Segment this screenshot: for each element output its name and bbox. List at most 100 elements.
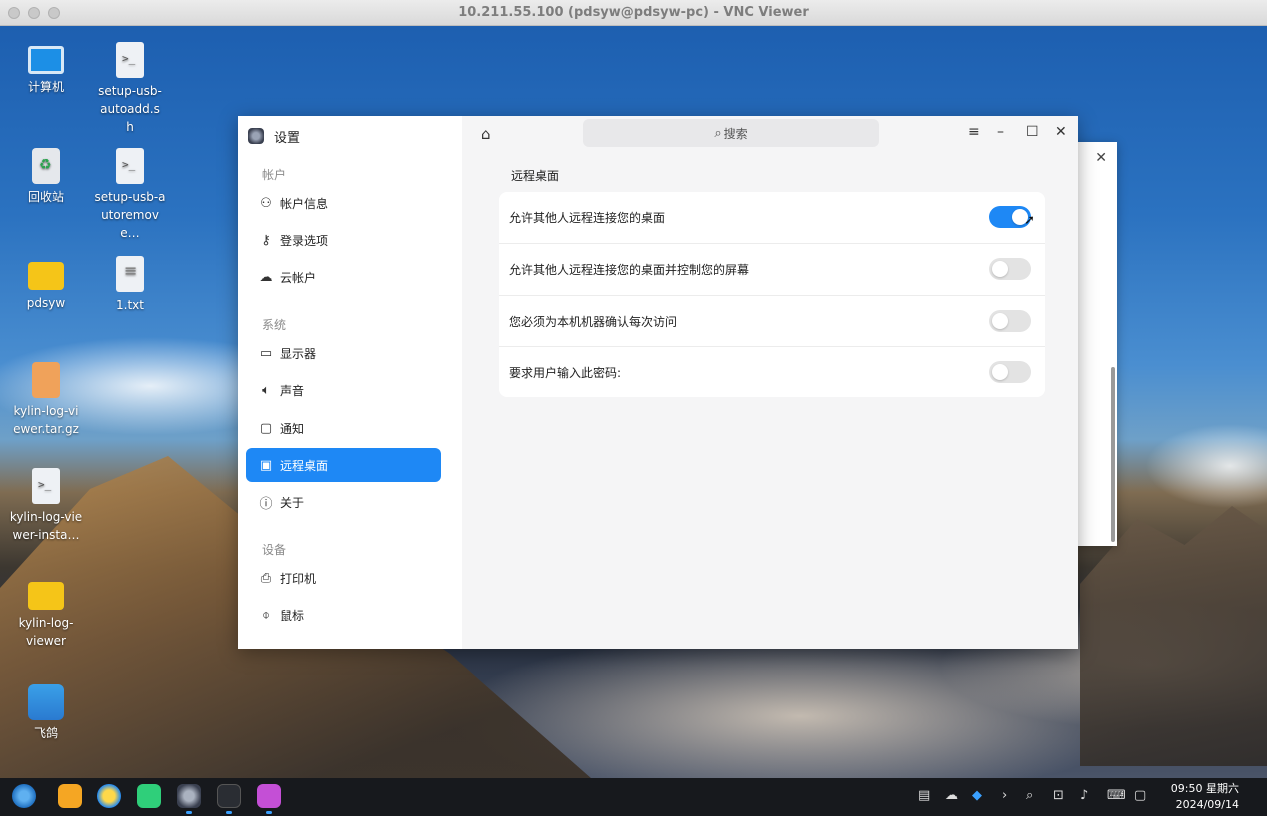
- desktop-icon-1-txt[interactable]: 1.txt: [90, 256, 170, 314]
- sidebar-item-mouse[interactable]: ⌽ 鼠标: [246, 598, 441, 632]
- clipboard-icon[interactable]: ▤: [918, 788, 930, 803]
- toggle-knob: [992, 313, 1008, 329]
- settings-app-icon: [248, 128, 264, 144]
- sidebar-item-notify[interactable]: ▢ 通知: [246, 411, 441, 445]
- running-indicator: [186, 811, 192, 814]
- message-icon: ▢: [259, 420, 273, 436]
- option-row-allow-control: 允许其他人远程连接您的桌面并控制您的屏幕: [499, 243, 1045, 294]
- sidebar-item-remote-desktop[interactable]: ▣ 远程桌面: [246, 448, 441, 482]
- trash-icon: [32, 148, 60, 184]
- text-editor-icon[interactable]: [257, 784, 281, 808]
- desktop-icon-label: pdsyw: [26, 296, 66, 310]
- text-file-icon: [116, 256, 144, 292]
- sidebar-item-label: 声音: [280, 383, 305, 398]
- app-store-icon[interactable]: [58, 784, 82, 808]
- sidebar-item-cloud-account[interactable]: ☁ 云帐户: [246, 260, 441, 294]
- search-placeholder: 搜索: [723, 126, 748, 141]
- mouse-pointer-icon: ➚: [1024, 213, 1035, 228]
- volume-icon[interactable]: ♪: [1080, 788, 1088, 803]
- option-row-allow-remote: 允许其他人远程连接您的桌面 ➚: [499, 192, 1045, 243]
- search-icon: ⌕: [714, 125, 722, 141]
- remote-desktop-options-card: 允许其他人远程连接您的桌面 ➚ 允许其他人远程连接您的桌面并控制您的屏幕 您必须…: [499, 192, 1045, 397]
- toggle-knob: [992, 364, 1008, 380]
- start-menu-icon[interactable]: [12, 784, 36, 808]
- clock-date: 2024/09/14: [1175, 798, 1239, 811]
- desktop-icon-feige[interactable]: 飞鸽: [6, 684, 86, 742]
- app-title: 设置: [274, 130, 301, 146]
- messenger-icon[interactable]: [137, 784, 161, 808]
- sidebar-item-about[interactable]: ⓘ 关于: [246, 485, 441, 519]
- sidebar-item-display[interactable]: ▭ 显示器: [246, 336, 441, 370]
- sidebar-item-label: 打印机: [280, 571, 317, 586]
- desktop-icon-trash[interactable]: 回收站: [6, 148, 86, 206]
- desktop-icon-computer[interactable]: 计算机: [6, 42, 86, 96]
- desktop-icon-label: 计算机: [27, 80, 64, 94]
- key-icon: ⚷: [261, 232, 271, 248]
- settings-app-taskbar-icon[interactable]: [177, 784, 201, 808]
- settings-window: 设置 帐户 ⚇ 帐户信息 ⚷ 登录选项 ☁ 云帐户 系统 ▭ 显示器 🔈︎ 声音…: [238, 116, 1078, 649]
- security-icon[interactable]: ◆: [972, 788, 982, 803]
- network-icon[interactable]: ⊡: [1053, 788, 1064, 803]
- option-label: 要求用户输入此密码:: [509, 366, 622, 380]
- desktop-icon-setup-usb-autoadd[interactable]: setup-usb-autoadd.sh: [90, 42, 170, 136]
- desktop-icon-label: 回收站: [27, 190, 64, 204]
- desktop-icon-pdsyw[interactable]: pdsyw: [6, 256, 86, 312]
- desktop-icon-label: setup-usb-autoadd.sh: [98, 84, 162, 134]
- cloud-icon[interactable]: ☁: [945, 788, 958, 803]
- desktop-icon-label: 1.txt: [116, 298, 144, 312]
- desktop-icon-label: 飞鸽: [33, 726, 58, 740]
- group-label-device: 设备: [262, 543, 287, 557]
- computer-icon: [28, 46, 64, 74]
- browser-icon[interactable]: [97, 784, 121, 808]
- group-label-account: 帐户: [262, 168, 287, 182]
- search-input[interactable]: ⌕ 搜索: [583, 119, 879, 147]
- option-row-confirm-access: 您必须为本机机器确认每次访问: [499, 295, 1045, 346]
- desktop-icon-kylin-log-viewer-tar[interactable]: kylin-log-viewer.tar.gz: [6, 362, 86, 438]
- clock[interactable]: 09:50 星期六 2024/09/14: [1171, 781, 1239, 813]
- clock-time: 09:50 星期六: [1170, 782, 1239, 795]
- mouse-icon: ⌽: [262, 607, 270, 623]
- sidebar-item-label: 远程桌面: [280, 458, 329, 473]
- scrollbar[interactable]: [1111, 367, 1115, 542]
- minimize-icon[interactable]: –: [997, 124, 1004, 140]
- running-indicator: [266, 811, 272, 814]
- script-file-icon: [116, 42, 144, 78]
- chevron-right-icon[interactable]: ›: [1002, 788, 1007, 803]
- terminal-icon[interactable]: [217, 784, 241, 808]
- desktop-icon-kylin-log-viewer-install[interactable]: kylin-log-viewer-insta…: [6, 468, 86, 544]
- app-header: 设置: [248, 126, 300, 146]
- sidebar-item-label: 云帐户: [280, 270, 317, 285]
- sidebar-item-label: 关于: [280, 495, 305, 510]
- desktop-icon-label: kylin-log-viewer: [18, 616, 74, 648]
- desktop-icon-label: kylin-log-viewer.tar.gz: [13, 404, 79, 436]
- notification-icon[interactable]: ▢: [1134, 788, 1146, 803]
- require-password-toggle[interactable]: [989, 361, 1031, 383]
- group-label-system: 系统: [262, 318, 287, 332]
- sidebar-item-account-info[interactable]: ⚇ 帐户信息: [246, 186, 441, 220]
- menu-icon[interactable]: ≡: [968, 124, 980, 140]
- confirm-access-toggle[interactable]: [989, 310, 1031, 332]
- vnc-title-bar: 10.211.55.100 (pdsyw@pdsyw-pc) - VNC Vie…: [0, 0, 1267, 26]
- user-icon: ⚇: [260, 195, 272, 211]
- close-icon[interactable]: ✕: [1095, 150, 1107, 166]
- close-icon[interactable]: ✕: [1055, 124, 1067, 140]
- search-icon[interactable]: ⌕: [1026, 788, 1033, 803]
- desktop-icon-setup-usb-autoremove[interactable]: setup-usb-autoremove…: [90, 148, 170, 242]
- printer-icon: ⎙: [260, 570, 272, 586]
- running-indicator: [226, 811, 232, 814]
- sidebar-item-login-options[interactable]: ⚷ 登录选项: [246, 223, 441, 257]
- keyboard-icon[interactable]: ⌨: [1107, 788, 1126, 803]
- maximize-icon[interactable]: ☐: [1026, 124, 1039, 140]
- folder-icon: [28, 262, 64, 290]
- toggle-knob: [992, 261, 1008, 277]
- allow-control-toggle[interactable]: [989, 258, 1031, 280]
- home-icon[interactable]: ⌂: [481, 125, 491, 143]
- taskbar: ▤ ☁ ◆ › ⌕ ⊡ ♪ ⌨ ▢ 09:50 星期六 2024/09/14: [0, 778, 1267, 816]
- sidebar-item-sound[interactable]: 🔈︎ 声音: [246, 373, 441, 407]
- feige-app-icon: [28, 684, 64, 720]
- desktop-icon-kylin-log-viewer-folder[interactable]: kylin-log-viewer: [6, 576, 86, 650]
- settings-sidebar: 设置 帐户 ⚇ 帐户信息 ⚷ 登录选项 ☁ 云帐户 系统 ▭ 显示器 🔈︎ 声音…: [238, 116, 462, 649]
- sidebar-item-printer[interactable]: ⎙ 打印机: [246, 561, 441, 595]
- info-icon: ⓘ: [259, 496, 273, 512]
- option-row-require-password: 要求用户输入此密码:: [499, 346, 1045, 397]
